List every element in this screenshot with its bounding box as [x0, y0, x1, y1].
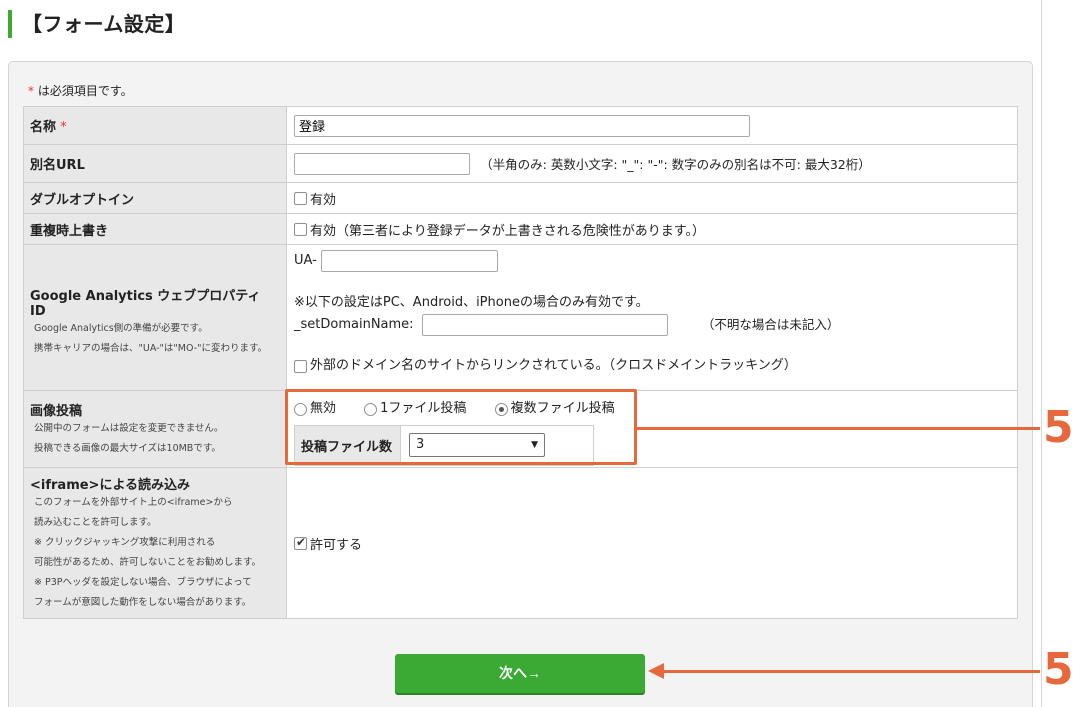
ga-label: Google Analytics ウェブプロパティ ID — [30, 288, 261, 319]
iframe-sub-text-4: 可能性があるため、許可しないことをお勧めします。 — [34, 557, 262, 568]
image-label: 画像投稿 — [30, 403, 83, 419]
label-cell: 別名URL — [23, 144, 287, 183]
iframe-sub-text-3: ※ クリックジャッキング攻撃に利用される — [34, 537, 216, 548]
row-iframe: <iframe>による読み込み このフォームを外部サイト上の<iframe>から… — [23, 467, 1018, 619]
label-cell: 画像投稿 公開中のフォームは設定を変更できません。 投稿できる画像の最大サイズは… — [23, 390, 287, 468]
image-sub-text-2: 投稿できる画像の最大サイズは10MBです。 — [34, 442, 221, 454]
row-alias-url: 別名URL （半角のみ: 英数小文字: "_": "-": 数字のみの別名は不可… — [23, 144, 1018, 183]
required-note-text: は必須項目です。 — [37, 84, 133, 98]
annotation-connector-line — [637, 427, 1040, 430]
domain-label: _setDomainName: — [294, 316, 414, 332]
label-cell: 重複時上書き — [23, 213, 287, 245]
cross-domain-checkbox[interactable] — [294, 359, 307, 373]
cross-domain-label: 外部のドメイン名のサイトからリンクされている。（クロスドメイントラッキング） — [310, 358, 797, 373]
label-cell: <iframe>による読み込み このフォームを外部サイト上の<iframe>から… — [23, 467, 287, 619]
page-border — [1041, 0, 1042, 707]
iframe-sub-text-1: このフォームを外部サイト上の<iframe>から — [34, 497, 233, 508]
name-label: 名称 — [30, 120, 57, 135]
next-button[interactable]: 次へ→ — [395, 654, 645, 693]
double-optin-checkbox-label: 有効 — [310, 192, 337, 208]
overwrite-checkbox[interactable] — [294, 222, 307, 236]
value-cell: （半角のみ: 英数小文字: "_": "-": 数字のみの別名は不可: 最大32… — [286, 144, 1018, 183]
required-note: * は必須項目です。 — [28, 82, 133, 100]
overwrite-checkbox-label: 有効（第三者により登録データが上書きされる危険性があります。） — [310, 223, 705, 239]
iframe-sub-text-2: 読み込むことを許可します。 — [34, 517, 157, 528]
row-double-optin: ダブルオプトイン 有効 — [23, 182, 1018, 214]
title-accent-bar — [8, 10, 12, 38]
row-overwrite: 重複時上書き 有効（第三者により登録データが上書きされる危険性があります。） — [23, 213, 1018, 245]
double-optin-checkbox[interactable] — [294, 191, 307, 205]
ua-row: UA- — [294, 250, 1010, 273]
image-sub-text-1: 公開中のフォームは設定を変更できません。 — [34, 422, 224, 434]
ga-note: ※以下の設定はPC、Android、iPhoneの場合のみ有効です。 — [294, 294, 649, 310]
annotation-highlight-box — [285, 389, 637, 465]
row-name: 名称 * — [23, 106, 1018, 145]
iframe-label: <iframe>による読み込み — [30, 478, 191, 493]
ua-prefix: UA- — [294, 253, 317, 268]
required-star: * — [60, 120, 67, 135]
page-title: 【フォーム設定】 — [22, 12, 186, 36]
ua-input[interactable] — [320, 250, 498, 272]
iframe-allow-label: 許可する — [310, 537, 363, 553]
alias-url-hint: （半角のみ: 英数小文字: "_": "-": 数字のみの別名は不可: 最大32… — [480, 157, 871, 172]
double-optin-label: ダブルオプトイン — [30, 192, 135, 208]
ga-sub-text-2: 携帯キャリアの場合は、"UA-"は"MO-"に変わります。 — [34, 342, 268, 354]
domain-hint: （不明な場合は未記入） — [701, 316, 840, 332]
annotation-callout-number: 5 — [1043, 402, 1074, 453]
overwrite-label: 重複時上書き — [30, 223, 109, 239]
name-input[interactable] — [294, 114, 750, 137]
iframe-sub-text-5: ※ P3Pヘッダを設定しない場合、ブラウザによって — [34, 577, 252, 588]
alias-url-input[interactable] — [294, 152, 470, 175]
value-cell: 許可する — [286, 467, 1018, 619]
required-star: * — [28, 84, 34, 98]
alias-url-label: 別名URL — [30, 158, 85, 173]
domain-input[interactable] — [421, 313, 668, 336]
domain-row: _setDomainName: （不明な場合は未記入） — [294, 313, 1010, 337]
row-google-analytics: Google Analytics ウェブプロパティ ID Google Anal… — [23, 244, 1018, 391]
value-cell: 有効 — [286, 182, 1018, 214]
iframe-allow-checkbox[interactable] — [294, 535, 307, 550]
settings-table: 名称 * 別名URL （半角のみ: 英数小文字: "_": "-": 数字のみの… — [23, 106, 1018, 619]
label-cell: ダブルオプトイン — [23, 182, 287, 214]
value-cell — [286, 106, 1018, 145]
ga-sub-text-1: Google Analytics側の準備が必要です。 — [34, 322, 208, 334]
label-cell: 名称 * — [23, 106, 287, 145]
value-cell: 有効（第三者により登録データが上書きされる危険性があります。） — [286, 213, 1018, 245]
cross-domain-row: 外部のドメイン名のサイトからリンクされている。（クロスドメイントラッキング） — [294, 355, 1010, 378]
iframe-sub-text-6: フォームが意図した動作をしない場合があります。 — [34, 597, 252, 608]
annotation-callout-number: 5 — [1043, 644, 1074, 695]
annotation-arrow-line — [662, 670, 1040, 673]
value-cell: UA- ※以下の設定はPC、Android、iPhoneの場合のみ有効です。 _… — [286, 244, 1018, 391]
label-cell: Google Analytics ウェブプロパティ ID Google Anal… — [23, 244, 287, 391]
